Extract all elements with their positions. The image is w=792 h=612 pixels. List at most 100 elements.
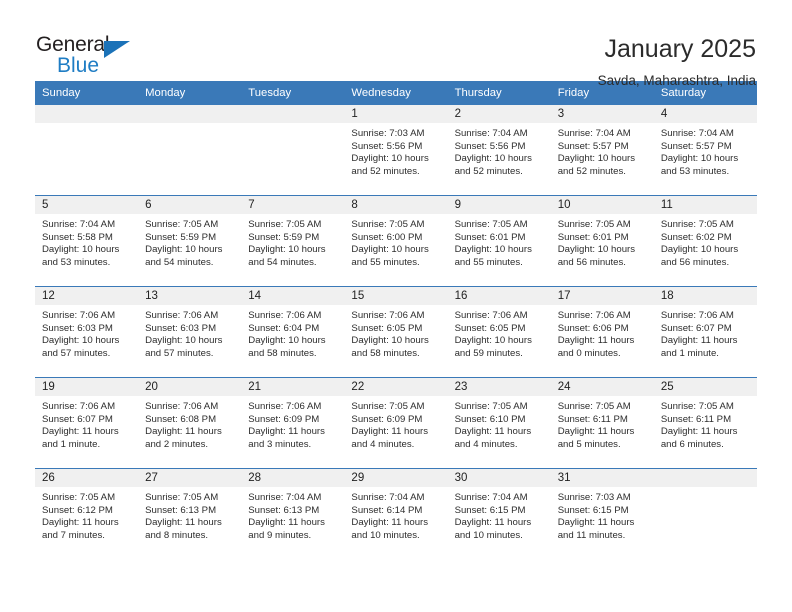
calendar-day-cell[interactable]: 20 Sunrise: 7:06 AM Sunset: 6:08 PM Dayligh… [138, 377, 242, 469]
sunrise-line: Sunrise: 7:06 AM [145, 401, 219, 412]
daylight-line: and 10 minutes. [351, 529, 420, 541]
sunset-line: Sunset: 6:13 PM [248, 504, 320, 516]
sun-info: Sunrise: 7:05 AM Sunset: 6:10 PM Daylight:… [448, 396, 551, 451]
calendar-day-cell[interactable]: 21 Sunrise: 7:06 AM Sunset: 6:09 PM Dayligh… [241, 377, 345, 469]
sunrise-line: Sunrise: 7:06 AM [42, 401, 116, 412]
calendar-day-cell[interactable]: 8 Sunrise: 7:05 AM Sunset: 6:00 PM Daylight… [344, 195, 448, 287]
daylight-line: and 52 minutes. [351, 165, 420, 177]
daylight-line: and 2 minutes. [145, 438, 209, 450]
daylight-line: and 0 minutes. [557, 347, 621, 359]
day-number: 26 [35, 469, 139, 487]
calendar-day-cell[interactable]: 13 Sunrise: 7:06 AM Sunset: 6:03 PM Dayligh… [138, 286, 242, 378]
day-cell-inner: 23 Sunrise: 7:05 AM Sunset: 6:10 PM Dayligh… [447, 378, 551, 468]
daylight-line: Daylight: 11 hours [557, 335, 635, 347]
sunrise-line: Sunrise: 7:04 AM [660, 128, 734, 139]
calendar-day-cell[interactable]: 14 Sunrise: 7:06 AM Sunset: 6:04 PM Dayligh… [241, 286, 345, 378]
sun-info: Sunrise: 7:06 AM Sunset: 6:05 PM Daylight:… [448, 305, 551, 360]
calendar-day-cell[interactable]: 11 Sunrise: 7:05 AM Sunset: 6:02 PM Dayligh… [653, 195, 757, 287]
day-number [241, 105, 345, 123]
day-cell-inner: 28 Sunrise: 7:04 AM Sunset: 6:13 PM Dayligh… [241, 469, 345, 559]
sunrise-line: Sunrise: 7:05 AM [145, 219, 219, 230]
daylight-line: and 6 minutes. [660, 438, 724, 450]
calendar-day-cell[interactable]: 17 Sunrise: 7:06 AM Sunset: 6:06 PM Dayligh… [550, 286, 654, 378]
daylight-line: and 58 minutes. [248, 347, 317, 359]
weekday-header-thursday: Thursday [447, 81, 551, 105]
calendar-day-cell[interactable]: 30 Sunrise: 7:04 AM Sunset: 6:15 PM Dayligh… [447, 468, 551, 559]
calendar-day-cell[interactable]: 28 Sunrise: 7:04 AM Sunset: 6:13 PM Dayligh… [241, 468, 345, 559]
sun-info: Sunrise: 7:05 AM Sunset: 5:59 PM Daylight:… [241, 214, 344, 269]
daylight-line: and 4 minutes. [351, 438, 415, 450]
calendar-day-cell[interactable]: 4 Sunrise: 7:04 AM Sunset: 5:57 PM Daylight… [653, 105, 757, 196]
sunset-line: Sunset: 5:57 PM [660, 140, 732, 152]
sun-info: Sunrise: 7:06 AM Sunset: 6:09 PM Daylight:… [241, 396, 344, 451]
sunrise-line: Sunrise: 7:04 AM [454, 492, 528, 503]
calendar-day-cell[interactable]: 24 Sunrise: 7:05 AM Sunset: 6:11 PM Dayligh… [550, 377, 654, 469]
day-cell-inner: 12 Sunrise: 7:06 AM Sunset: 6:03 PM Dayligh… [35, 287, 139, 377]
sunset-line: Sunset: 6:15 PM [454, 504, 526, 516]
day-cell-inner: 10 Sunrise: 7:05 AM Sunset: 6:01 PM Dayligh… [550, 196, 654, 286]
daylight-line: and 7 minutes. [42, 529, 105, 541]
sunset-line: Sunset: 5:57 PM [557, 140, 629, 152]
calendar-day-cell[interactable]: 25 Sunrise: 7:05 AM Sunset: 6:11 PM Dayligh… [653, 377, 757, 469]
sunrise-line: Sunrise: 7:05 AM [351, 401, 425, 412]
day-cell-inner: 11 Sunrise: 7:05 AM Sunset: 6:02 PM Dayligh… [653, 196, 757, 286]
calendar-empty-cell [241, 105, 345, 196]
calendar-day-cell[interactable]: 29 Sunrise: 7:04 AM Sunset: 6:14 PM Dayligh… [344, 468, 448, 559]
calendar-day-cell[interactable]: 27 Sunrise: 7:05 AM Sunset: 6:13 PM Dayligh… [138, 468, 242, 559]
calendar-day-cell[interactable]: 16 Sunrise: 7:06 AM Sunset: 6:05 PM Dayligh… [447, 286, 551, 378]
day-cell-inner [653, 469, 757, 559]
sunrise-line: Sunrise: 7:05 AM [42, 492, 116, 503]
calendar-day-cell[interactable]: 15 Sunrise: 7:06 AM Sunset: 6:05 PM Dayligh… [344, 286, 448, 378]
day-number: 16 [447, 287, 551, 305]
general-blue-logo[interactable]: General Blue [36, 34, 146, 84]
day-number: 23 [447, 378, 551, 396]
calendar-week-row: 5 Sunrise: 7:04 AM Sunset: 5:58 PM Daylight… [35, 195, 757, 287]
calendar-day-cell[interactable]: 3 Sunrise: 7:04 AM Sunset: 5:57 PM Daylight… [550, 105, 654, 196]
sun-info: Sunrise: 7:05 AM Sunset: 5:59 PM Daylight:… [138, 214, 241, 269]
daylight-line: Daylight: 10 hours [454, 335, 532, 347]
calendar-day-cell[interactable]: 19 Sunrise: 7:06 AM Sunset: 6:07 PM Dayligh… [35, 377, 139, 469]
calendar-day-cell[interactable]: 6 Sunrise: 7:05 AM Sunset: 5:59 PM Daylight… [138, 195, 242, 287]
calendar-empty-cell [653, 468, 757, 559]
day-number: 12 [35, 287, 139, 305]
calendar-day-cell[interactable]: 10 Sunrise: 7:05 AM Sunset: 6:01 PM Dayligh… [550, 195, 654, 287]
sunrise-line: Sunrise: 7:05 AM [660, 219, 734, 230]
calendar-day-cell[interactable]: 18 Sunrise: 7:06 AM Sunset: 6:07 PM Dayligh… [653, 286, 757, 378]
title-block: January 2025 Savda, Maharashtra, India [598, 34, 756, 89]
sunset-line: Sunset: 6:05 PM [351, 322, 423, 334]
daylight-line: Daylight: 10 hours [145, 335, 223, 347]
day-number: 5 [35, 196, 139, 214]
sun-info: Sunrise: 7:06 AM Sunset: 6:03 PM Daylight:… [138, 305, 241, 360]
calendar-day-cell[interactable]: 31 Sunrise: 7:03 AM Sunset: 6:15 PM Dayligh… [550, 468, 654, 559]
day-number [138, 105, 242, 123]
weekday-header-tuesday: Tuesday [241, 81, 345, 105]
daylight-line: and 9 minutes. [248, 529, 312, 541]
sunrise-line: Sunrise: 7:05 AM [557, 401, 631, 412]
sunset-line: Sunset: 6:09 PM [351, 413, 423, 425]
day-cell-inner: 14 Sunrise: 7:06 AM Sunset: 6:04 PM Dayligh… [241, 287, 345, 377]
sun-info: Sunrise: 7:05 AM Sunset: 6:12 PM Daylight:… [35, 487, 138, 542]
sun-info: Sunrise: 7:06 AM Sunset: 6:07 PM Daylight:… [35, 396, 138, 451]
daylight-line: and 55 minutes. [454, 256, 523, 268]
calendar-day-cell[interactable]: 7 Sunrise: 7:05 AM Sunset: 5:59 PM Daylight… [241, 195, 345, 287]
logo-word-general: General [36, 33, 110, 56]
calendar-day-cell[interactable]: 12 Sunrise: 7:06 AM Sunset: 6:03 PM Dayligh… [35, 286, 139, 378]
day-cell-inner: 5 Sunrise: 7:04 AM Sunset: 5:58 PM Daylight… [35, 196, 139, 286]
day-number: 30 [447, 469, 551, 487]
daylight-line: Daylight: 11 hours [454, 426, 532, 438]
calendar-day-cell[interactable]: 26 Sunrise: 7:05 AM Sunset: 6:12 PM Dayligh… [35, 468, 139, 559]
day-cell-inner: 20 Sunrise: 7:06 AM Sunset: 6:08 PM Dayligh… [138, 378, 242, 468]
day-number [653, 469, 757, 487]
calendar-week-row: 26 Sunrise: 7:05 AM Sunset: 6:12 PM Dayligh… [35, 468, 757, 559]
calendar-day-cell[interactable]: 9 Sunrise: 7:05 AM Sunset: 6:01 PM Daylight… [447, 195, 551, 287]
logo-word-blue: Blue [57, 54, 100, 77]
calendar-day-cell[interactable]: 2 Sunrise: 7:04 AM Sunset: 5:56 PM Daylight… [447, 105, 551, 196]
day-number: 6 [138, 196, 242, 214]
sunset-line: Sunset: 5:56 PM [351, 140, 423, 152]
sun-info: Sunrise: 7:06 AM Sunset: 6:05 PM Daylight:… [344, 305, 447, 360]
calendar-day-cell[interactable]: 5 Sunrise: 7:04 AM Sunset: 5:58 PM Daylight… [35, 195, 139, 287]
daylight-line: and 59 minutes. [454, 347, 523, 359]
calendar-day-cell[interactable]: 1 Sunrise: 7:03 AM Sunset: 5:56 PM Daylight… [344, 105, 448, 196]
calendar-day-cell[interactable]: 22 Sunrise: 7:05 AM Sunset: 6:09 PM Dayligh… [344, 377, 448, 469]
calendar-day-cell[interactable]: 23 Sunrise: 7:05 AM Sunset: 6:10 PM Dayligh… [447, 377, 551, 469]
